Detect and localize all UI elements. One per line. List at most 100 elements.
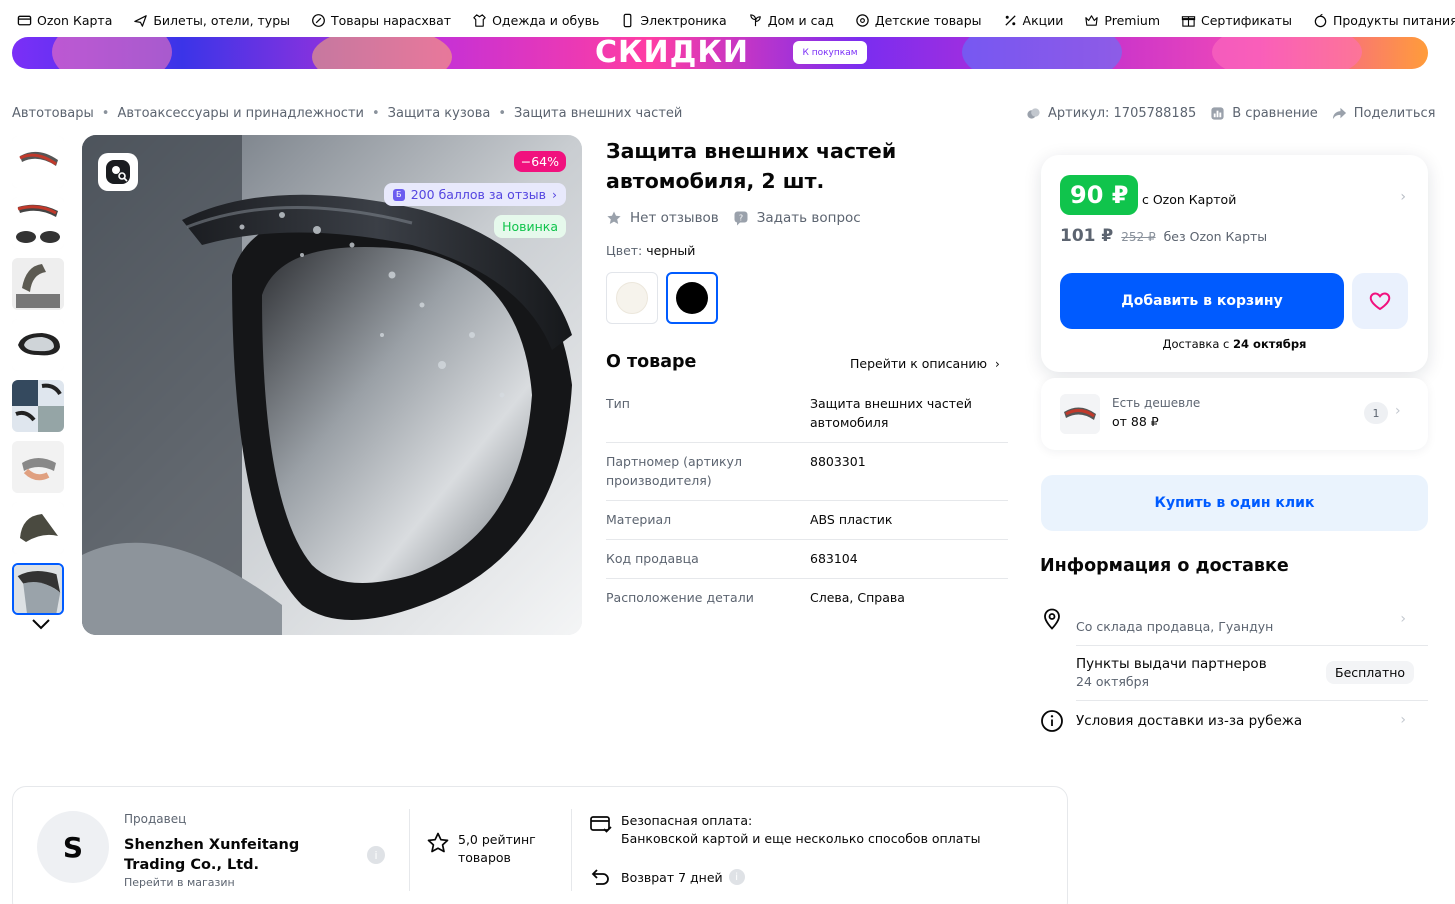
thumbnail[interactable] bbox=[12, 136, 64, 188]
camera-search-icon bbox=[106, 160, 130, 184]
breadcrumb-item[interactable]: Защита кузова bbox=[388, 106, 491, 121]
compare-button[interactable]: В сравнение bbox=[1210, 106, 1318, 121]
nav-certificates[interactable]: Сертификаты bbox=[1181, 13, 1292, 28]
go-to-description-link[interactable]: Перейти к описанию › bbox=[850, 356, 1000, 371]
return-info-icon[interactable]: i bbox=[728, 869, 745, 885]
share-icon bbox=[1332, 107, 1346, 120]
product-actions: Артикул: 1705788185 В сравнение Поделить… bbox=[1026, 106, 1449, 121]
nav-clothes[interactable]: Одежда и обувь bbox=[472, 13, 599, 28]
thumbnail[interactable] bbox=[12, 441, 64, 493]
percent-badge-icon bbox=[311, 13, 326, 28]
add-to-cart-button[interactable]: Добавить в корзину bbox=[1060, 273, 1344, 329]
article-copy[interactable]: Артикул: 1705788185 bbox=[1026, 106, 1196, 121]
new-badge: Новинка bbox=[494, 215, 566, 238]
nav-electronics[interactable]: Электроника bbox=[620, 13, 727, 28]
seller-info-icon[interactable]: i bbox=[367, 846, 385, 864]
plant-icon bbox=[748, 13, 763, 28]
breadcrumb-separator: • bbox=[498, 106, 507, 121]
nav-promos[interactable]: Акции bbox=[1003, 13, 1063, 28]
delivery-date: 24 октября bbox=[1233, 337, 1307, 351]
compare-label: В сравнение bbox=[1232, 106, 1318, 121]
swatch-white[interactable] bbox=[606, 272, 658, 324]
secure-payment: Безопасная оплата: Банковской картой и е… bbox=[589, 812, 981, 848]
delivery-location-row[interactable]: Со склада продавца, Гуандун › bbox=[1040, 607, 1428, 636]
nav-label: Продукты питания bbox=[1332, 12, 1455, 28]
nav-home-garden[interactable]: Дом и сад bbox=[748, 13, 834, 28]
cheaper-offers[interactable]: Есть дешевле от 88 ₽ 1 › bbox=[1041, 378, 1428, 450]
spec-row: Код продавца 683104 bbox=[606, 540, 1008, 579]
breadcrumb-item[interactable]: Защита внешних частей bbox=[514, 106, 682, 121]
swatch-black[interactable] bbox=[666, 272, 718, 324]
ozon-card-price[interactable]: 90 ₽ bbox=[1060, 175, 1139, 215]
food-icon bbox=[1313, 13, 1328, 28]
nav-hot-items[interactable]: Товары нарасхват bbox=[311, 13, 451, 28]
return-arrow-icon bbox=[591, 869, 609, 885]
breadcrumb-item[interactable]: Автоаксессуары и принадлежности bbox=[117, 106, 364, 121]
regular-price-row: 101 ₽ 252 ₽ без Ozon Карты bbox=[1060, 226, 1267, 246]
seller-avatar[interactable]: S bbox=[37, 811, 109, 883]
spec-key: Партномер (артикул производителя) bbox=[606, 454, 742, 488]
promo-banner[interactable]: СКИДКИ К покупкам bbox=[12, 37, 1428, 69]
share-label: Поделиться bbox=[1353, 106, 1436, 121]
return-policy-label: Возврат 7 дней bbox=[621, 869, 723, 885]
reviews-label: Нет отзывов bbox=[630, 210, 719, 226]
nav-travel[interactable]: Билеты, отели, туры bbox=[133, 13, 290, 28]
chevron-right-icon: › bbox=[1400, 611, 1406, 627]
chevron-right-icon[interactable]: › bbox=[1400, 189, 1406, 205]
spec-value: 8803301 bbox=[810, 454, 866, 469]
thumbnail[interactable] bbox=[12, 258, 64, 310]
spec-key: Код продавца bbox=[606, 551, 699, 566]
spec-row: Материал ABS пластик bbox=[606, 501, 1008, 540]
nav-premium[interactable]: Premium bbox=[1084, 13, 1160, 28]
buy-one-click-button[interactable]: Купить в один клик bbox=[1041, 475, 1428, 531]
thumbnail[interactable] bbox=[12, 319, 64, 371]
nav-ozon-card[interactable]: Ozon Карта bbox=[17, 13, 112, 28]
review-bonus-badge[interactable]: Б 200 баллов за отзыв › bbox=[383, 183, 566, 206]
favorite-button[interactable] bbox=[1352, 273, 1408, 329]
image-search-button[interactable] bbox=[98, 153, 138, 191]
nav-label: Дом и сад bbox=[767, 12, 834, 28]
chevron-down-icon[interactable] bbox=[30, 616, 52, 632]
divider bbox=[1076, 700, 1428, 701]
thumbnail[interactable] bbox=[12, 380, 64, 432]
thumbnail[interactable] bbox=[12, 197, 64, 249]
article-number: Артикул: 1705788185 bbox=[1048, 106, 1197, 121]
nav-food[interactable]: Продукты питания bbox=[1313, 13, 1455, 28]
go-to-description-label: Перейти к описанию bbox=[850, 356, 988, 371]
copy-icon bbox=[1027, 108, 1040, 119]
color-label-key: Цвет: bbox=[606, 243, 643, 258]
banner-shop-button[interactable]: К покупкам bbox=[793, 41, 867, 64]
go-to-store-link[interactable]: Перейти в магазин bbox=[124, 876, 235, 889]
rating-row: Нет отзывов ? Задать вопрос bbox=[606, 210, 875, 226]
reviews-link[interactable]: Нет отзывов bbox=[606, 210, 719, 226]
spec-value: ABS пластик bbox=[810, 512, 893, 527]
thumbnail[interactable] bbox=[12, 502, 64, 554]
ask-question-link[interactable]: ? Задать вопрос bbox=[733, 210, 861, 226]
spec-value: 683104 bbox=[810, 551, 858, 566]
seller-name[interactable]: Shenzhen Xunfeitang Trading Co., Ltd. bbox=[124, 835, 354, 875]
nav-kids[interactable]: Детские товары bbox=[855, 13, 982, 28]
clothes-icon bbox=[472, 13, 487, 28]
chevron-right-icon: › bbox=[995, 356, 1000, 371]
ozon-card-note: с Ozon Картой bbox=[1142, 192, 1237, 207]
spec-key: Тип bbox=[606, 396, 630, 411]
seller-rating: 5,0 рейтинг товаров bbox=[426, 831, 548, 867]
top-nav: Ozon Карта Билеты, отели, туры Товары на… bbox=[0, 0, 1455, 40]
banner-decor bbox=[962, 37, 1122, 69]
share-button[interactable]: Поделиться bbox=[1332, 106, 1436, 121]
seller-label: Продавец bbox=[124, 812, 187, 826]
free-delivery-badge: Бесплатно bbox=[1326, 661, 1415, 684]
plane-icon bbox=[133, 13, 148, 28]
banner-decor bbox=[312, 37, 452, 69]
cheaper-count: 1 bbox=[1364, 402, 1388, 424]
thumbnail-selected[interactable] bbox=[12, 563, 64, 615]
card-icon bbox=[17, 13, 32, 28]
gift-icon bbox=[1181, 13, 1196, 28]
breadcrumb-item[interactable]: Автотовары bbox=[12, 106, 94, 121]
return-policy: Возврат 7 дней i bbox=[589, 865, 745, 889]
product-main-image[interactable]: −64% Б 200 баллов за отзыв › Новинка bbox=[82, 135, 582, 635]
abroad-delivery-row[interactable]: Условия доставки из-за рубежа › bbox=[1040, 709, 1428, 733]
chat-question-icon: ? bbox=[734, 211, 748, 226]
spec-key: Расположение детали bbox=[606, 590, 754, 605]
spec-row: Расположение детали Слева, Справа bbox=[606, 579, 1008, 617]
